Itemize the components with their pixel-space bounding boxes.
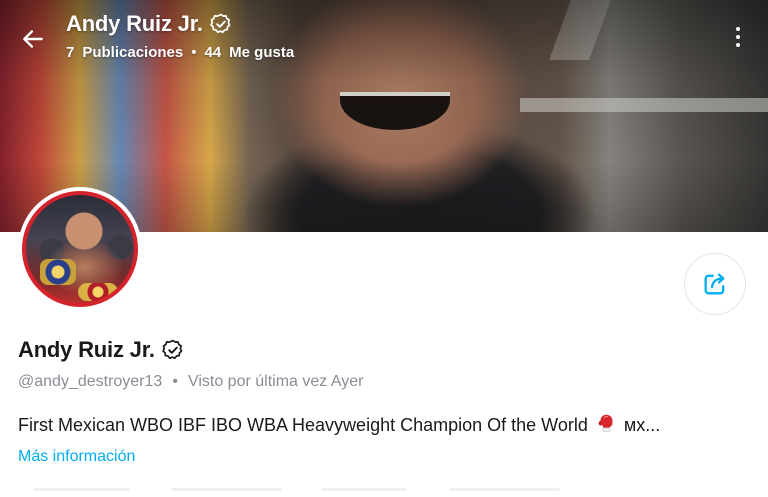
share-icon [704,273,725,295]
more-info-link[interactable]: Más información [18,448,135,466]
avatar-image [22,191,138,307]
more-vertical-icon-dot [736,43,740,47]
tab-hint [322,488,406,491]
profile-name: Andy Ruiz Jr. [18,337,155,362]
profile-handle: @andy_destroyer13 [18,373,163,390]
handle-row: @andy_destroyer13 • Visto por última vez… [18,373,363,391]
tab-hint [450,488,560,491]
avatar-belt [40,259,76,285]
likes-label: Me gusta [229,44,295,61]
header-title: Andy Ruiz Jr. [66,11,203,36]
profile-bio: First Mexican WBO IBF IBO WBA Heavyweigh… [18,412,660,436]
verified-badge-icon [162,339,183,360]
share-button[interactable] [684,253,746,315]
more-options-button[interactable] [726,22,750,52]
handle-separator: • [172,373,178,390]
header-title-block: Andy Ruiz Jr. 7 Publicaciones • 44 Me gu… [66,11,294,61]
boxing-glove-icon [598,414,613,432]
header-stats: 7 Publicaciones • 44 Me gusta [66,44,294,61]
likes-count: 44 [204,44,222,61]
more-vertical-icon [736,27,740,31]
verified-badge-icon [210,13,231,34]
more-vertical-icon-dot [736,35,740,39]
bio-suffix: мх... [623,415,661,435]
avatar[interactable] [18,187,142,311]
tab-hint [34,488,130,491]
posts-count: 7 [66,44,75,61]
back-button[interactable] [16,22,50,56]
bio-text: First Mexican WBO IBF IBO WBA Heavyweigh… [18,415,588,435]
avatar-belt-2 [78,283,118,301]
posts-label: Publicaciones [82,44,184,61]
tab-bar-hint [0,488,768,497]
last-seen: Visto por última vez Ayer [187,373,364,390]
top-bar: Andy Ruiz Jr. 7 Publicaciones • 44 Me gu… [0,0,768,70]
tab-hint [172,488,282,491]
stats-separator: • [191,44,197,61]
arrow-left-icon [23,30,43,48]
profile-name-row: Andy Ruiz Jr. [18,337,185,363]
